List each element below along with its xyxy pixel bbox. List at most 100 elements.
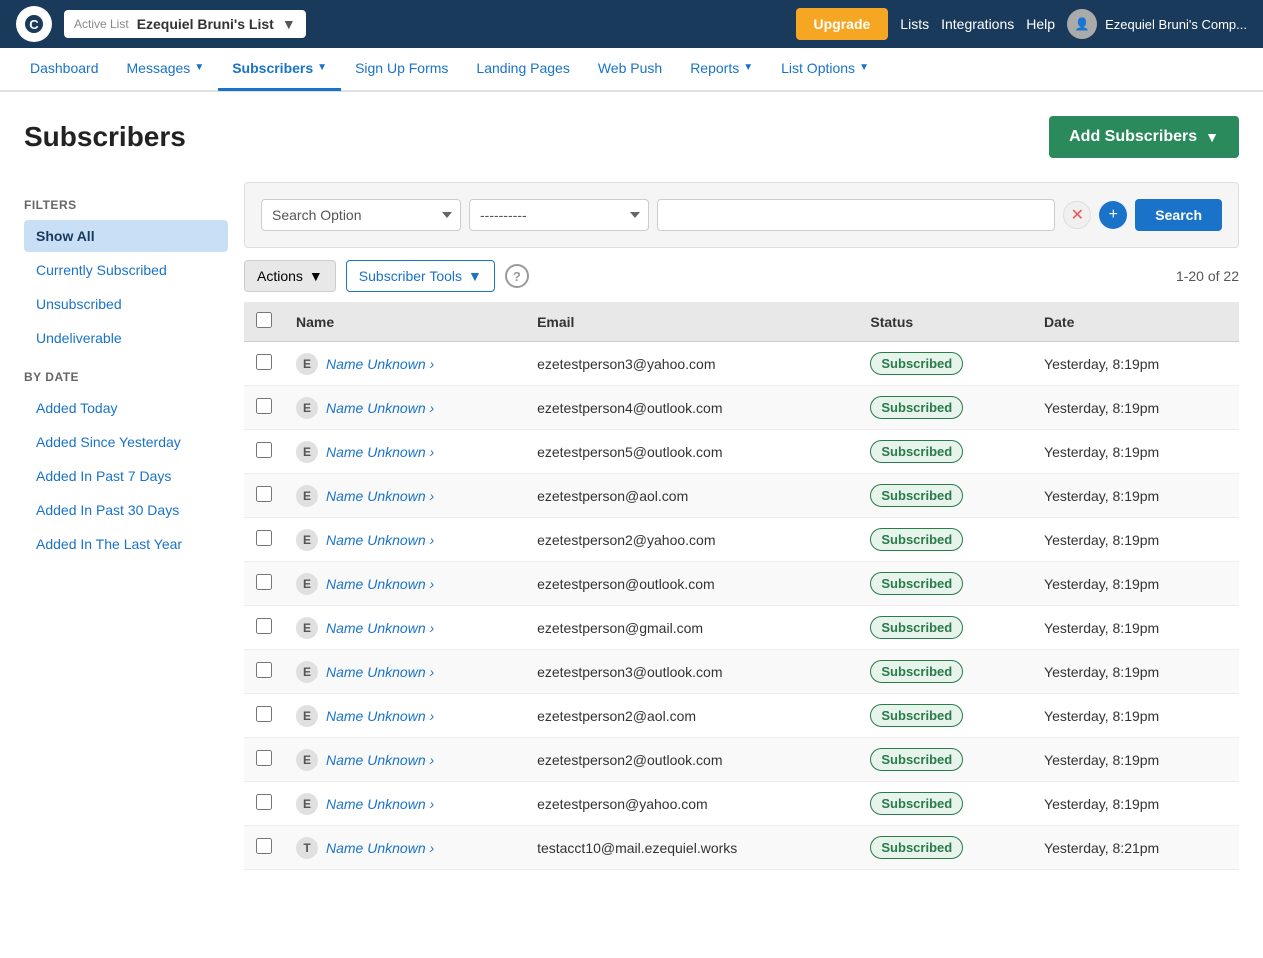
- subscriber-name-link[interactable]: Name Unknown ›: [326, 356, 434, 372]
- row-checkbox[interactable]: [256, 530, 272, 546]
- row-checkbox[interactable]: [256, 838, 272, 854]
- search-option-select[interactable]: Search Option: [261, 199, 461, 231]
- row-checkbox-cell: [244, 342, 284, 386]
- sidebar-item-undeliverable[interactable]: Undeliverable: [24, 322, 228, 354]
- page-content: Subscribers Add Subscribers ▼ FILTERS Sh…: [0, 92, 1263, 894]
- status-cell: Subscribed: [858, 826, 1032, 870]
- sidebar-item-added-last-year[interactable]: Added In The Last Year: [24, 528, 228, 560]
- table-row: E Name Unknown › ezetestperson@outlook.c…: [244, 562, 1239, 606]
- row-checkbox[interactable]: [256, 750, 272, 766]
- clear-search-button[interactable]: ✕: [1063, 201, 1091, 229]
- chevron-down-icon: ▼: [468, 268, 482, 284]
- name-cell: E Name Unknown ›: [284, 342, 525, 386]
- logo: C: [16, 6, 52, 42]
- active-list-selector[interactable]: Active List Ezequiel Bruni's List ▼: [64, 10, 306, 38]
- user-name: Ezequiel Bruni's Comp...: [1105, 17, 1247, 32]
- status-cell: Subscribed: [858, 782, 1032, 826]
- status-cell: Subscribed: [858, 606, 1032, 650]
- status-cell: Subscribed: [858, 562, 1032, 606]
- subscriber-name-link[interactable]: Name Unknown ›: [326, 708, 434, 724]
- date-column-header: Date: [1032, 302, 1239, 342]
- sidebar-item-added-past-7-days[interactable]: Added In Past 7 Days: [24, 460, 228, 492]
- table-row: E Name Unknown › ezetestperson3@outlook.…: [244, 650, 1239, 694]
- subscriber-name-link[interactable]: Name Unknown ›: [326, 400, 434, 416]
- table-row: E Name Unknown › ezetestperson2@yahoo.co…: [244, 518, 1239, 562]
- sidebar: FILTERS Show All Currently Subscribed Un…: [24, 182, 244, 870]
- chevron-down-icon: ▼: [317, 62, 327, 73]
- row-checkbox[interactable]: [256, 618, 272, 634]
- subscriber-name-link[interactable]: Name Unknown ›: [326, 752, 434, 768]
- nav-integrations-link[interactable]: Integrations: [941, 16, 1014, 32]
- sidebar-item-added-past-30-days[interactable]: Added In Past 30 Days: [24, 494, 228, 526]
- status-cell: Subscribed: [858, 386, 1032, 430]
- subscriber-name-link[interactable]: Name Unknown ›: [326, 576, 434, 592]
- subscriber-name-link[interactable]: Name Unknown ›: [326, 664, 434, 680]
- name-cell: E Name Unknown ›: [284, 694, 525, 738]
- sidebar-item-show-all[interactable]: Show All: [24, 220, 228, 252]
- add-subscribers-button[interactable]: Add Subscribers ▼: [1049, 116, 1239, 158]
- select-all-checkbox[interactable]: [256, 312, 272, 328]
- date-cell: Yesterday, 8:19pm: [1032, 694, 1239, 738]
- actions-button[interactable]: Actions ▼: [244, 260, 336, 292]
- name-cell: E Name Unknown ›: [284, 518, 525, 562]
- name-cell: E Name Unknown ›: [284, 562, 525, 606]
- subscriber-name-link[interactable]: Name Unknown ›: [326, 620, 434, 636]
- subscriber-name-link[interactable]: Name Unknown ›: [326, 840, 434, 856]
- nav-signup-forms[interactable]: Sign Up Forms: [341, 47, 462, 91]
- subscriber-tools-button[interactable]: Subscriber Tools ▼: [346, 260, 495, 292]
- subscriber-name-link[interactable]: Name Unknown ›: [326, 444, 434, 460]
- chevron-down-icon: ▼: [743, 62, 753, 73]
- nav-dashboard[interactable]: Dashboard: [16, 47, 113, 91]
- row-checkbox-cell: [244, 650, 284, 694]
- help-button[interactable]: ?: [505, 264, 529, 288]
- subscriber-name-link[interactable]: Name Unknown ›: [326, 796, 434, 812]
- email-cell: ezetestperson@aol.com: [525, 474, 858, 518]
- row-checkbox[interactable]: [256, 442, 272, 458]
- add-search-condition-button[interactable]: +: [1099, 201, 1127, 229]
- status-badge: Subscribed: [870, 484, 963, 507]
- nav-web-push[interactable]: Web Push: [584, 47, 676, 91]
- subscriber-name-link[interactable]: Name Unknown ›: [326, 488, 434, 504]
- email-cell: ezetestperson@yahoo.com: [525, 782, 858, 826]
- sidebar-item-currently-subscribed[interactable]: Currently Subscribed: [24, 254, 228, 286]
- avatar: 👤: [1067, 9, 1097, 39]
- row-checkbox[interactable]: [256, 706, 272, 722]
- search-text-input[interactable]: [657, 199, 1055, 231]
- page-title: Subscribers: [24, 121, 186, 153]
- row-checkbox[interactable]: [256, 794, 272, 810]
- sidebar-item-added-today[interactable]: Added Today: [24, 392, 228, 424]
- chevron-down-icon: ▼: [309, 268, 323, 284]
- row-checkbox[interactable]: [256, 354, 272, 370]
- row-checkbox[interactable]: [256, 486, 272, 502]
- subscriber-type-badge: T: [296, 837, 318, 859]
- sidebar-item-added-since-yesterday[interactable]: Added Since Yesterday: [24, 426, 228, 458]
- subscriber-type-badge: E: [296, 793, 318, 815]
- row-checkbox[interactable]: [256, 398, 272, 414]
- nav-landing-pages[interactable]: Landing Pages: [462, 47, 583, 91]
- table-row: E Name Unknown › ezetestperson2@aol.com …: [244, 694, 1239, 738]
- row-checkbox[interactable]: [256, 662, 272, 678]
- sidebar-item-unsubscribed[interactable]: Unsubscribed: [24, 288, 228, 320]
- search-button[interactable]: Search: [1135, 199, 1222, 231]
- status-badge: Subscribed: [870, 352, 963, 375]
- nav-help-link[interactable]: Help: [1026, 16, 1055, 32]
- subscriber-name-link[interactable]: Name Unknown ›: [326, 532, 434, 548]
- subscribers-table: Name Email Status Date: [244, 302, 1239, 870]
- table-row: E Name Unknown › ezetestperson@gmail.com…: [244, 606, 1239, 650]
- upgrade-button[interactable]: Upgrade: [796, 8, 889, 40]
- search-condition-select[interactable]: ----------: [469, 199, 649, 231]
- subscriber-type-badge: E: [296, 705, 318, 727]
- subscriber-type-badge: E: [296, 441, 318, 463]
- nav-list-options[interactable]: List Options ▼: [767, 47, 883, 91]
- email-cell: ezetestperson2@yahoo.com: [525, 518, 858, 562]
- subscriber-type-badge: E: [296, 617, 318, 639]
- nav-reports[interactable]: Reports ▼: [676, 47, 767, 91]
- nav-messages[interactable]: Messages ▼: [113, 47, 219, 91]
- row-checkbox-cell: [244, 518, 284, 562]
- email-cell: ezetestperson3@outlook.com: [525, 650, 858, 694]
- date-cell: Yesterday, 8:19pm: [1032, 430, 1239, 474]
- nav-subscribers[interactable]: Subscribers ▼: [218, 47, 341, 91]
- user-info[interactable]: 👤 Ezequiel Bruni's Comp...: [1067, 9, 1247, 39]
- nav-lists-link[interactable]: Lists: [900, 16, 929, 32]
- row-checkbox[interactable]: [256, 574, 272, 590]
